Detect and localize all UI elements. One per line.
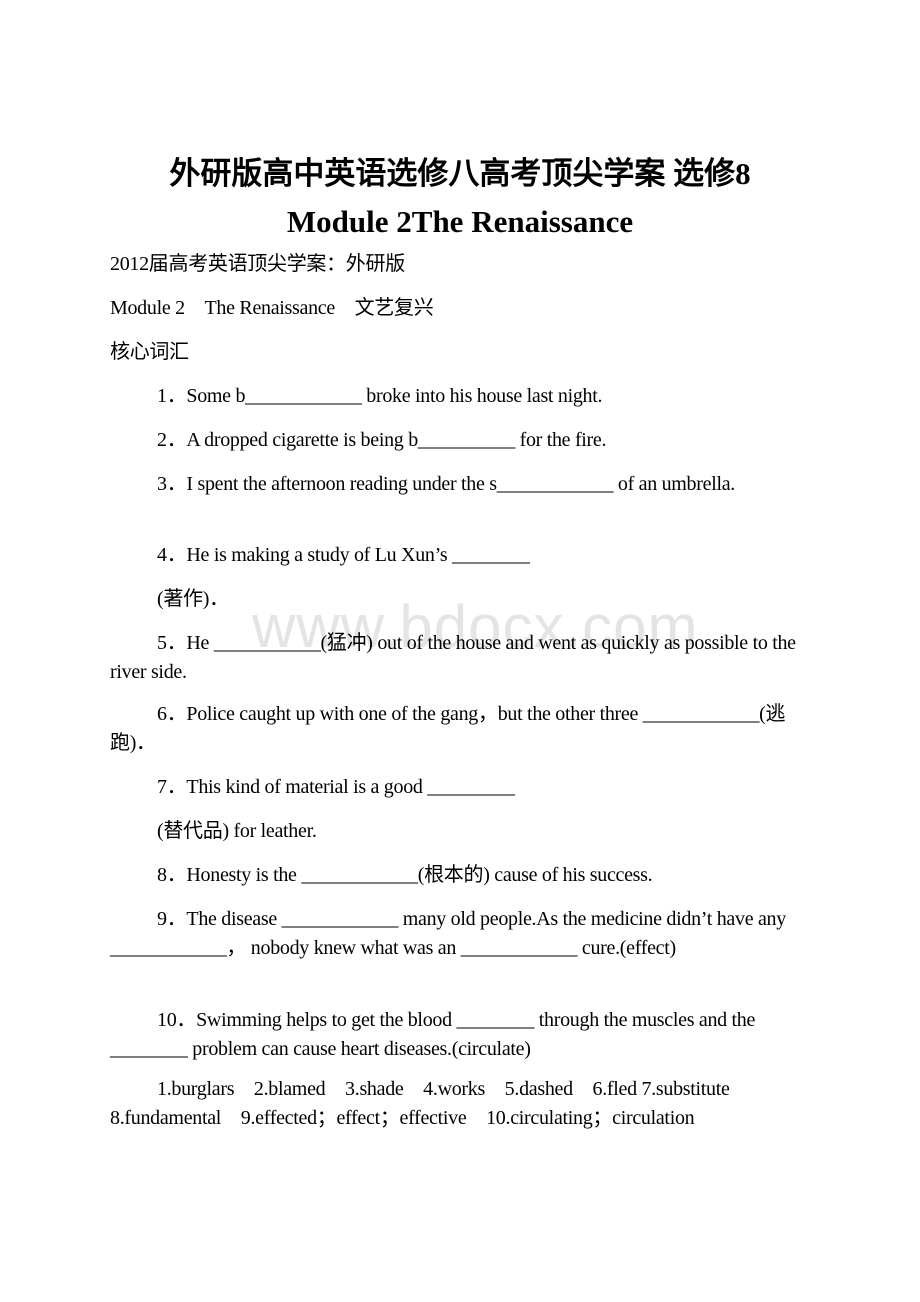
answer-key: 1.burglars 2.blamed 3.shade 4.works 5.da…	[110, 1078, 730, 1129]
question-2: 2．A dropped cigarette is being b________…	[157, 429, 607, 451]
question-6: 6．Police caught up with one of the gang，…	[110, 703, 786, 754]
question-4-hint: (著作)．	[157, 588, 229, 610]
question-1: 1．Some b____________ broke into his hous…	[157, 385, 603, 407]
question-7: 7．This kind of material is a good ______…	[157, 776, 515, 798]
question-8: 8．Honesty is the ____________(根本的) cause…	[157, 864, 653, 886]
subtitle: 2012届高考英语顶尖学案：外研版	[110, 253, 405, 275]
question-10: 10．Swimming helps to get the blood _____…	[110, 1009, 756, 1060]
section-heading: 核心词汇	[110, 341, 189, 363]
module-line: Module 2 The Renaissance 文艺复兴	[110, 297, 434, 319]
question-9: 9．The disease ____________ many old peop…	[110, 908, 786, 959]
question-7-hint: (替代品) for leather.	[157, 820, 317, 842]
document-title: 外研版高中英语选修八高考顶尖学案 选修8 Module 2The Renaiss…	[0, 150, 920, 246]
title-line-2: Module 2The Renaissance	[286, 204, 634, 239]
question-5: 5．He ___________(猛冲) out of the house an…	[110, 632, 796, 683]
title-line-1: 外研版高中英语选修八高考顶尖学案 选修8	[169, 156, 751, 191]
question-3: 3．I spent the afternoon reading under th…	[157, 473, 735, 495]
question-4: 4．He is making a study of Lu Xun’s _____…	[157, 544, 530, 566]
